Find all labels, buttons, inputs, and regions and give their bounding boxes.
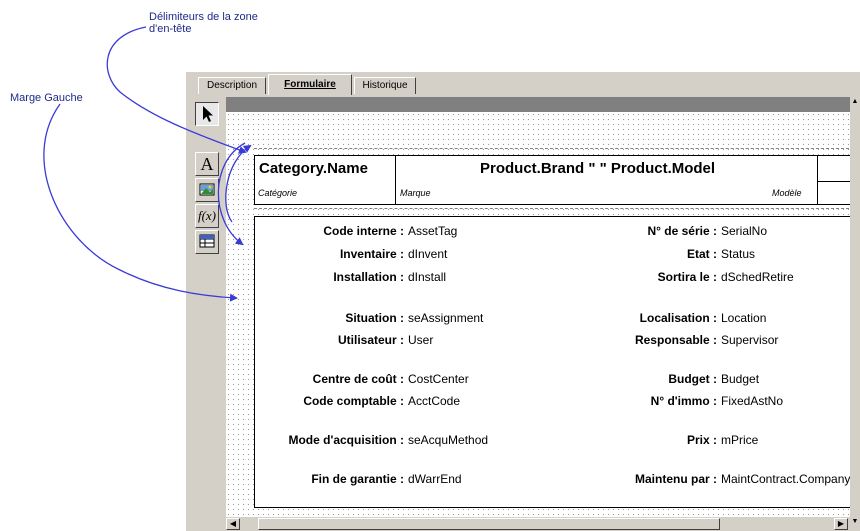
- field-label: Mode d'acquisition :: [288, 433, 404, 447]
- form-body[interactable]: Code interne : AssetTag Inventaire : dIn…: [254, 216, 850, 508]
- field-label: Centre de coût :: [312, 372, 404, 386]
- field-value[interactable]: Location: [721, 311, 766, 325]
- field-value[interactable]: dWarrEnd: [408, 472, 462, 486]
- left-margin-annotation: Marge Gauche: [10, 92, 83, 104]
- brand-model-field[interactable]: Product.Brand " " Product.Model: [480, 160, 715, 177]
- field-value[interactable]: SerialNo: [721, 224, 767, 238]
- tab-historique-label: Historique: [362, 80, 408, 91]
- form-editor-window: Description Formulaire Historique A f(x)…: [186, 72, 860, 531]
- vertical-scrollbar[interactable]: ▲ ▼: [850, 97, 860, 527]
- annotation-line-2: d'en-tête: [149, 23, 192, 35]
- pointer-tool-icon[interactable]: [195, 102, 219, 126]
- field-value[interactable]: MaintContract.Company: [721, 472, 850, 486]
- tab-formulaire-label: Formulaire: [284, 79, 336, 90]
- field-value[interactable]: Status: [721, 247, 755, 261]
- field-value[interactable]: dInvent: [408, 247, 447, 261]
- canvas-title-bar: [226, 97, 850, 112]
- field-label: Responsable :: [634, 333, 717, 347]
- field-value[interactable]: FixedAstNo: [721, 394, 783, 408]
- category-label: Catégorie: [258, 188, 298, 198]
- field-value[interactable]: Budget: [721, 372, 759, 386]
- model-label: Modèle: [772, 188, 802, 198]
- toolbox: A f(x): [188, 96, 222, 531]
- category-name-field[interactable]: Category.Name: [259, 160, 368, 177]
- field-value[interactable]: User: [408, 333, 433, 347]
- field-value[interactable]: Supervisor: [721, 333, 778, 347]
- tab-formulaire[interactable]: Formulaire: [268, 74, 352, 95]
- field-label: Budget :: [668, 372, 717, 386]
- scroll-up-icon[interactable]: ▲: [850, 97, 860, 107]
- field-label: Utilisateur :: [337, 333, 404, 347]
- scroll-down-icon[interactable]: ▼: [850, 517, 860, 527]
- image-tool-icon[interactable]: [195, 178, 219, 202]
- field-value[interactable]: AcctCode: [408, 394, 460, 408]
- tab-description[interactable]: Description: [198, 77, 266, 94]
- header-top-delimiter[interactable]: [254, 148, 850, 149]
- header-zone[interactable]: Category.Name Product.Brand " " Product.…: [254, 155, 850, 205]
- field-value[interactable]: AssetTag: [408, 224, 457, 238]
- header-divider-3: [817, 181, 850, 182]
- field-label: Sortira le :: [657, 270, 717, 284]
- header-divider-1: [395, 156, 396, 204]
- form-canvas[interactable]: Category.Name Product.Brand " " Product.…: [226, 97, 850, 517]
- formula-tool-glyph: f(x): [197, 208, 217, 223]
- horizontal-scrollbar[interactable]: ◀ ▶: [226, 517, 850, 531]
- scroll-right-icon[interactable]: ▶: [834, 518, 848, 530]
- annotation-line-1: Délimiteurs de la zone: [149, 11, 258, 23]
- field-value[interactable]: seAcquMethod: [408, 433, 488, 447]
- field-label: Localisation :: [639, 311, 717, 325]
- field-label: Prix :: [686, 433, 717, 447]
- tab-bar: Description Formulaire Historique: [186, 72, 860, 95]
- table-tool-icon[interactable]: [195, 230, 219, 254]
- brand-label: Marque: [400, 188, 431, 198]
- tab-description-label: Description: [206, 80, 258, 91]
- field-label: Maintenu par :: [634, 472, 717, 486]
- field-label: Installation :: [333, 270, 404, 284]
- field-value[interactable]: CostCenter: [408, 372, 469, 386]
- scroll-thumb[interactable]: [258, 518, 720, 530]
- formula-tool-icon[interactable]: f(x): [195, 204, 219, 228]
- field-value[interactable]: dSchedRetire: [721, 270, 794, 284]
- text-tool-icon[interactable]: A: [195, 152, 219, 176]
- text-tool-glyph: A: [200, 154, 214, 174]
- field-value[interactable]: seAssignment: [408, 311, 483, 325]
- field-label: Etat :: [687, 247, 717, 261]
- scroll-left-icon[interactable]: ◀: [226, 518, 240, 530]
- field-label: Situation :: [345, 311, 404, 325]
- tab-historique[interactable]: Historique: [354, 77, 416, 94]
- field-label: Inventaire :: [339, 247, 404, 261]
- header-delimiters-annotation: Délimiteurs de la zone d'en-tête: [149, 11, 258, 35]
- field-label: N° de série :: [647, 224, 718, 238]
- field-label: N° d'immo :: [650, 394, 717, 408]
- field-value[interactable]: dInstall: [408, 270, 446, 284]
- header-divider-2: [817, 156, 818, 204]
- field-label: Code comptable :: [303, 394, 404, 408]
- field-value[interactable]: mPrice: [721, 433, 758, 447]
- field-label: Code interne :: [323, 224, 404, 238]
- field-label: Fin de garantie :: [311, 472, 404, 486]
- header-bottom-delimiter[interactable]: [254, 208, 850, 209]
